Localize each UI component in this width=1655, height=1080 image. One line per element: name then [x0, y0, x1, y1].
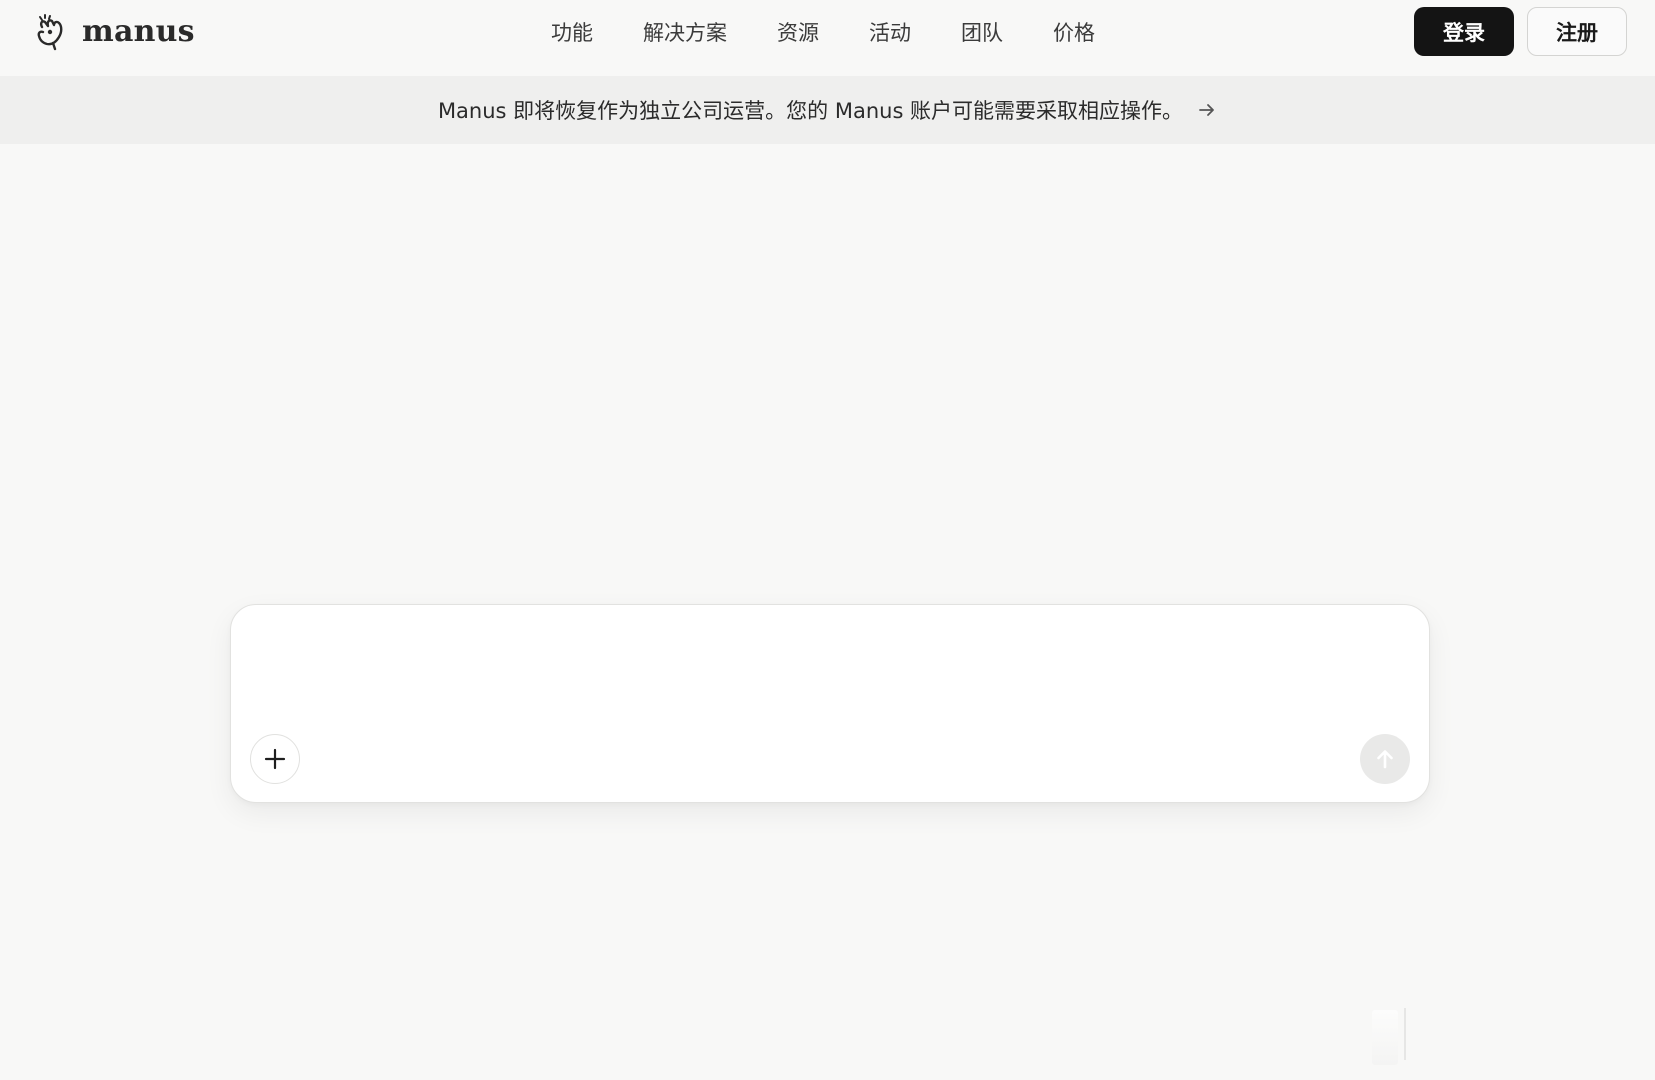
top-navigation: manus 功能 解决方案 资源 活动 团队 价格 登录 注册 [0, 0, 1655, 76]
send-button[interactable] [1360, 734, 1410, 784]
main-menu: 功能 解决方案 资源 活动 团队 价格 [551, 0, 1095, 64]
attach-button[interactable] [250, 734, 300, 784]
brand-logo-link[interactable]: manus [34, 12, 195, 52]
nav-item-pricing[interactable]: 价格 [1053, 17, 1095, 47]
chat-composer [230, 604, 1430, 803]
login-button[interactable]: 登录 [1414, 7, 1514, 56]
announcement-text: Manus 即将恢复作为独立公司运营。您的 Manus 账户可能需要采取相应操作… [437, 99, 1184, 123]
arrow-up-icon [1377, 750, 1393, 769]
page: manus 功能 解决方案 资源 活动 团队 价格 登录 注册 Manus 即将… [0, 0, 1655, 1080]
brand-name: manus [82, 14, 195, 49]
announcement-banner[interactable]: Manus 即将恢复作为独立公司运营。您的 Manus 账户可能需要采取相应操作… [0, 76, 1655, 144]
manus-hand-logo-icon [37, 14, 63, 51]
plus-icon [264, 748, 286, 770]
prompt-input[interactable] [255, 623, 1405, 723]
arrow-right-icon [1199, 104, 1214, 116]
decorative-line [1404, 1008, 1406, 1060]
nav-item-team[interactable]: 团队 [961, 17, 1003, 47]
decorative-fade [1372, 1010, 1398, 1065]
nav-item-features[interactable]: 功能 [551, 17, 593, 47]
nav-item-resources[interactable]: 资源 [777, 17, 819, 47]
nav-item-events[interactable]: 活动 [869, 17, 911, 47]
signup-button[interactable]: 注册 [1527, 7, 1627, 56]
nav-item-solutions[interactable]: 解决方案 [643, 17, 727, 47]
